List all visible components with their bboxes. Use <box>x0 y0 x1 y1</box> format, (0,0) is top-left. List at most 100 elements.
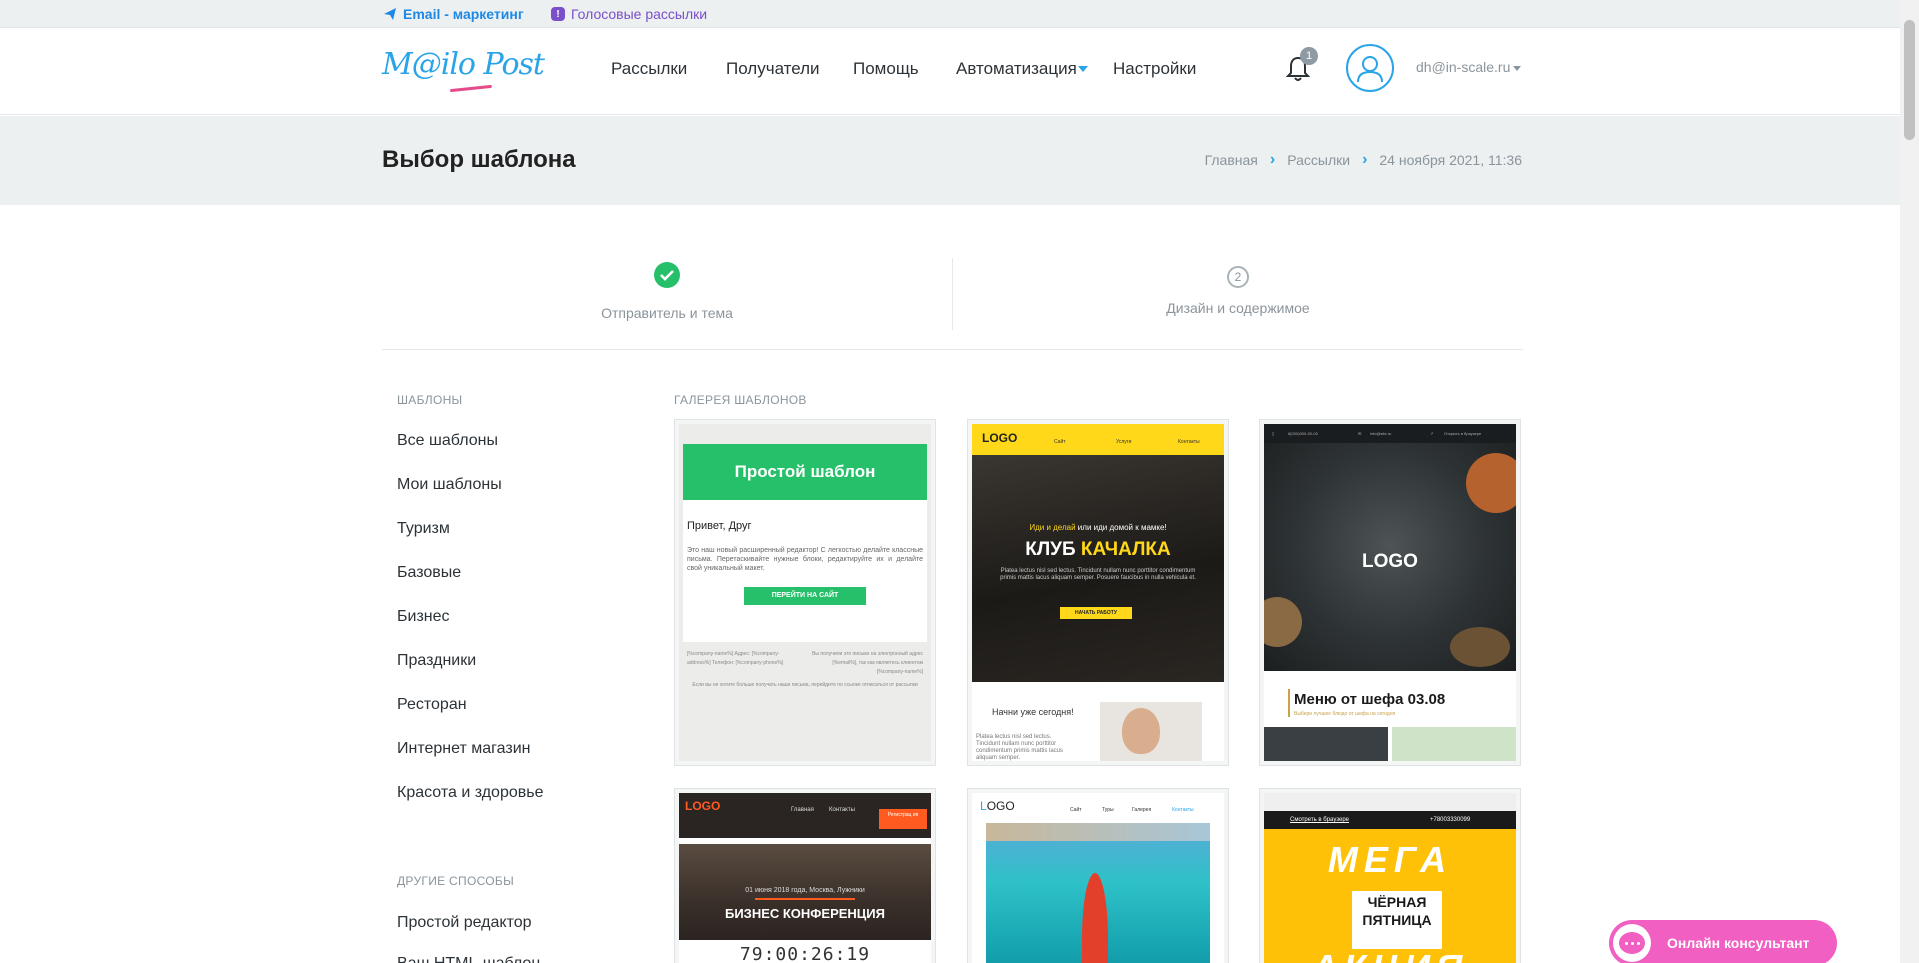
template-email: info@site.ru <box>1370 431 1392 436</box>
step-number: 2 <box>1227 266 1249 288</box>
sidebar-item-eshop[interactable]: Интернет магазин <box>397 740 530 758</box>
template-preview: Смотреть в браузере +78003330099 МЕГА ЧЁ… <box>1264 793 1516 963</box>
nav-help[interactable]: Помощь <box>853 59 919 79</box>
kayak-photo <box>1082 873 1108 963</box>
sidebar-item-tourism[interactable]: Туризм <box>397 520 450 538</box>
template-card-gym[interactable]: LOGO Сайт Услуги Контакты Иди и делай ил… <box>967 419 1229 766</box>
wizard-steps: Отправитель и тема 2 Дизайн и содержимое <box>382 256 1523 350</box>
sidebar-item-restaurant[interactable]: Ресторан <box>397 696 467 714</box>
template-lower: Начни уже сегодня! Platea lectus nisl se… <box>972 682 1224 761</box>
template-menu-subtitle: Выбери лучшее блюдо от шефа на сегодня <box>1294 711 1396 717</box>
other-heading: ДРУГИЕ СПОСОБЫ <box>397 874 515 888</box>
step-design[interactable]: 2 Дизайн и содержимое <box>953 256 1523 316</box>
template-menu: Меню от шефа 03.08 Выбери лучшее блюдо о… <box>1264 671 1516 727</box>
template-text: Это наш новый расширенный редактор! С ле… <box>687 547 923 572</box>
template-topline: ▯ 8(000)000-00-00 ✉ info@site.ru ↗ Откры… <box>1264 424 1516 443</box>
page-title: Выбор шаблона <box>382 146 576 173</box>
avatar[interactable] <box>1346 44 1394 92</box>
sidebar-item-holidays[interactable]: Праздники <box>397 652 476 670</box>
template-preview: LOGO Сайт Туры Галерея Контакты <box>972 793 1224 963</box>
sidebar-item-business[interactable]: Бизнес <box>397 608 450 626</box>
template-nav: LOGO Главная Контакты Регистрац ия <box>679 793 931 838</box>
template-nav: LOGO Сайт Услуги Контакты <box>972 424 1224 455</box>
template-card-conference[interactable]: LOGO Главная Контакты Регистрац ия 01 ию… <box>674 788 936 963</box>
template-nav-item: Контакты <box>1178 439 1200 445</box>
dish-photo <box>1264 597 1302 647</box>
user-email[interactable]: dh@in-scale.ru <box>1416 59 1510 75</box>
template-card-restaurant[interactable]: ▯ 8(000)000-00-00 ✉ info@site.ru ↗ Откры… <box>1259 419 1521 766</box>
mail-icon: ✉ <box>1358 431 1362 436</box>
template-tagline-rest: или иди домой к мамке! <box>1075 523 1167 532</box>
external-link-icon: ↗ <box>1430 431 1434 436</box>
sidebar-item-html[interactable]: Ваш HTML-шаблон <box>397 955 540 963</box>
template-nav-item: Контакты <box>1172 807 1194 813</box>
nav-recipients[interactable]: Получатели <box>726 59 820 79</box>
logo-text: M@ilo Post <box>382 47 545 82</box>
breadcrumb-home[interactable]: Главная <box>1205 152 1258 168</box>
template-mega: МЕГА <box>1327 839 1453 880</box>
user-menu-caret-icon[interactable] <box>1513 66 1521 71</box>
template-footer-right: Вы получили это письмо на электронный ад… <box>812 651 923 675</box>
template-menu-title: Меню от шефа 03.08 <box>1294 691 1446 708</box>
template-friday: ЧЁРНАЯ ПЯТНИЦА <box>1352 893 1442 929</box>
template-title: КЛУБ КАЧАЛКА <box>972 539 1224 561</box>
template-body: Привет, Друг Это наш новый расширенный р… <box>683 500 927 642</box>
nav-settings[interactable]: Настройки <box>1113 59 1196 79</box>
email-marketing-label: Email - маркетинг <box>403 6 524 22</box>
template-bar: Смотреть в браузере +78003330099 <box>1264 811 1516 829</box>
template-card-simple[interactable]: Простой шаблон Привет, Друг Это наш новы… <box>674 419 936 766</box>
template-nav-item: Сайт <box>1070 807 1082 813</box>
template-hero: LOGO <box>1264 443 1516 671</box>
template-nav-item: Сайт <box>1054 439 1066 445</box>
cliff-photo <box>986 823 1210 841</box>
template-button: ПЕРЕЙТИ НА САЙТ <box>744 587 866 605</box>
template-action: АКЦИЯ <box>1264 947 1516 963</box>
sidebar-item-mine[interactable]: Мои шаблоны <box>397 476 502 494</box>
template-button: НАЧАТЬ РАБОТУ <box>1060 607 1132 619</box>
template-preview: Простой шаблон Привет, Друг Это наш новы… <box>679 424 931 761</box>
template-phone: 8(000)000-00-00 <box>1288 431 1318 436</box>
template-title-yellow: КАЧАЛКА <box>1080 539 1171 560</box>
sidebar-item-all[interactable]: Все шаблоны <box>397 432 498 450</box>
template-timer: 79:00:26:19 <box>739 944 871 963</box>
nav-mailings[interactable]: Рассылки <box>611 59 687 79</box>
product-switcher: Email - маркетинг ! Голосовые рассылки <box>0 0 1900 28</box>
online-consultant-label: Онлайн консультант <box>1667 935 1810 951</box>
logo[interactable]: M@ilo Post <box>382 47 545 93</box>
template-hero: МЕГА ЧЁРНАЯ ПЯТНИЦА АКЦИЯ <box>1264 829 1516 963</box>
template-lower-heading: Начни уже сегодня! <box>992 707 1074 717</box>
template-card-black-friday[interactable]: Смотреть в браузере +78003330099 МЕГА ЧЁ… <box>1259 788 1521 963</box>
template-date: 01 июня 2018 года, Москва, Лужники <box>745 887 865 894</box>
scrollbar-thumb[interactable] <box>1904 20 1915 140</box>
chat-icon <box>1613 924 1651 962</box>
step-design-label: Дизайн и содержимое <box>1166 300 1310 316</box>
sidebar-item-beauty[interactable]: Красота и здоровье <box>397 784 543 802</box>
breadcrumb-current: 24 ноября 2021, 11:36 <box>1379 152 1522 168</box>
template-register-button: Регистрац ия <box>879 809 927 829</box>
food-photo <box>1264 727 1388 761</box>
sidebar-item-simple-editor[interactable]: Простой редактор <box>397 914 532 932</box>
voice-mailing-link[interactable]: ! Голосовые рассылки <box>551 6 707 22</box>
template-footer: [%company-name%] Адрес: [%company-addres… <box>687 650 923 677</box>
template-text: Platea lectus nisl sed lectus. Tincidunt… <box>1000 568 1196 581</box>
chevron-down-icon[interactable] <box>1078 66 1088 72</box>
dish-photo <box>1450 627 1510 667</box>
template-hero: 01 июня 2018 года, Москва, Лужники БИЗНЕ… <box>679 844 931 940</box>
sidebar-item-basic[interactable]: Базовые <box>397 564 461 582</box>
template-lower-text: Platea lectus nisl sed lectus. Tincidunt… <box>976 734 1064 761</box>
template-logo: LOGO <box>685 799 721 813</box>
template-card-travel[interactable]: LOGO Сайт Туры Галерея Контакты <box>967 788 1229 963</box>
scrollbar[interactable] <box>1900 0 1919 963</box>
nav-automation[interactable]: Автоматизация <box>956 59 1077 79</box>
email-marketing-link[interactable]: Email - маркетинг <box>383 6 524 22</box>
salad-photo <box>1392 727 1516 761</box>
template-tagline: Иди и делай или иди домой к мамке! <box>972 523 1224 532</box>
template-logo: LOGO <box>980 799 1015 813</box>
step-sender[interactable]: Отправитель и тема <box>382 256 952 321</box>
breadcrumb: Главная › Рассылки › 24 ноября 2021, 11:… <box>1205 151 1522 169</box>
accent-line <box>755 898 855 900</box>
breadcrumb-mailings[interactable]: Рассылки <box>1287 152 1350 168</box>
template-greeting: Привет, Друг <box>687 520 752 532</box>
template-logo: LOGO <box>1362 551 1418 572</box>
online-consultant-button[interactable]: Онлайн консультант <box>1609 920 1837 963</box>
